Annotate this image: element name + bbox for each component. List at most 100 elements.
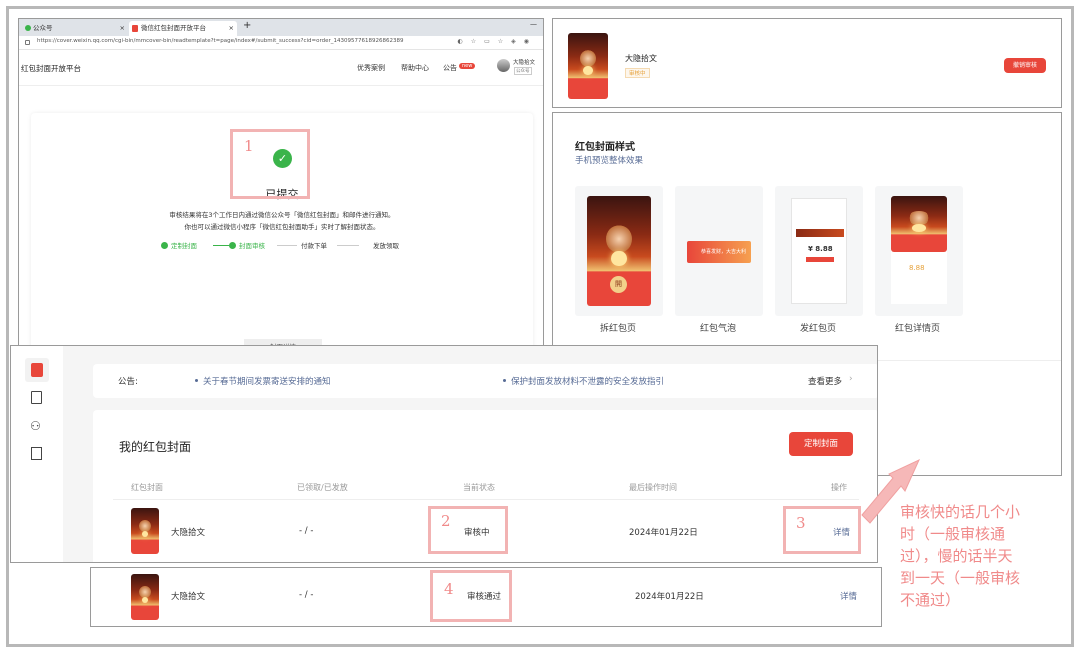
annotation-line: 过），慢的话半天	[900, 547, 1013, 565]
review-badge: 审核中	[625, 68, 650, 78]
col-time: 最后操作时间	[629, 483, 677, 492]
marker-2: 2	[441, 512, 451, 530]
highlight-box-1	[230, 129, 310, 199]
progress-steps: 定制封面 封面审核 付款下单 发放领取	[161, 240, 421, 252]
row-count: - / -	[299, 590, 314, 600]
review-cover-name: 大隐拾文	[625, 54, 657, 63]
cover-thumbnail	[568, 33, 608, 99]
clipboard-icon[interactable]	[31, 391, 42, 404]
minimize-icon[interactable]: —	[530, 20, 537, 28]
nav-cases[interactable]: 优秀案例	[357, 63, 385, 73]
step-review: 封面审核	[239, 242, 265, 250]
highlight-box-3	[783, 506, 861, 554]
row-time: 2024年01月22日	[635, 592, 704, 602]
browser-tab-1[interactable]: 公众号 ×	[23, 21, 125, 36]
annotation-line: 不通过）	[900, 591, 961, 609]
nav-notice[interactable]: 公告	[443, 63, 457, 73]
marker-3: 3	[796, 514, 806, 532]
cancel-review-button[interactable]: 撤销审核	[1004, 58, 1046, 73]
send-amount: ¥ 8.88	[808, 245, 833, 253]
step-check-icon	[161, 242, 168, 249]
section-title: 我的红包封面	[119, 440, 192, 454]
redpacket-icon	[31, 363, 43, 377]
preview-open-page[interactable]: 開	[575, 186, 663, 316]
step-line	[337, 245, 359, 246]
browser-tab-2-label: 微信红包封面开放平台	[141, 24, 206, 32]
styles-subtitle: 手机预览整体效果	[575, 156, 644, 166]
row-count: - / -	[299, 526, 314, 536]
send-banner	[796, 229, 844, 237]
col-cover: 红包封面	[131, 483, 163, 492]
platform-title: 红包封面开放平台	[21, 64, 81, 73]
submit-desc-2: 你也可以通过微信小程序「微信红包封面助手」实时了解封面状态。	[184, 223, 380, 231]
preview-send-page[interactable]: ¥ 8.88	[775, 186, 863, 316]
step-line	[277, 245, 297, 246]
lock-icon	[25, 40, 30, 45]
row-cover-name: 大隐拾文	[171, 528, 206, 538]
style-label-open: 拆红包页	[600, 324, 637, 334]
nav-new-badge: new	[459, 63, 476, 69]
step-custom: 定制封面	[171, 242, 197, 250]
step-check-icon	[229, 242, 236, 249]
detail-page-image	[891, 196, 947, 252]
browser-tab-1-label: 公众号	[33, 24, 53, 32]
account-name[interactable]: 大隐拾文	[513, 58, 535, 66]
marker-4: 4	[444, 580, 454, 598]
col-action: 操作	[831, 483, 847, 492]
style-label-send: 发红包页	[800, 324, 837, 334]
preview-detail-page[interactable]: 8.88	[875, 186, 963, 316]
close-icon[interactable]: ×	[120, 21, 125, 36]
new-tab-button[interactable]: +	[243, 20, 251, 31]
style-label-detail: 红包详情页	[895, 324, 941, 334]
step-line	[213, 245, 229, 246]
col-count: 已领取/已发放	[297, 483, 348, 492]
wechat-icon	[25, 25, 31, 31]
url-field[interactable]: https://cover.weixin.qq.com/cgi-bin/mmco…	[37, 38, 404, 44]
review-status-card: 大隐拾文 审核中 撤销审核	[552, 18, 1062, 108]
notice-link-2[interactable]: 保护封面发放材料不泄露的安全发放指引	[511, 375, 664, 387]
cover-thumbnail	[131, 508, 159, 554]
notice-bar: 公告: 关于春节期间发票寄送安排的通知 保护封面发放材料不泄露的安全发放指引 查…	[93, 364, 877, 398]
custom-cover-button[interactable]: 定制封面	[789, 432, 853, 456]
detail-amount: 8.88	[909, 264, 925, 272]
submit-desc-1: 审核结果将在3个工作日内通过微信公众号「微信红包封面」和邮件进行通知。	[169, 211, 395, 219]
close-icon[interactable]: ×	[229, 21, 234, 36]
toolbar-icons: ◐☆▭☆◈◉	[457, 38, 537, 45]
open-button: 開	[610, 276, 627, 293]
send-page-screen: ¥ 8.88	[791, 198, 847, 304]
bubble-text: 恭喜发财，大吉大利	[701, 249, 747, 255]
account-type: 公众号	[514, 67, 532, 75]
address-bar: https://cover.weixin.qq.com/cgi-bin/mmco…	[19, 36, 543, 50]
annotation-line: 审核快的话几个小	[900, 503, 1021, 521]
cover-thumbnail	[131, 574, 159, 620]
step-issue: 发放领取	[373, 242, 399, 250]
platform-header: 红包封面开放平台 优秀案例 帮助中心 公告 new 大隐拾文 公众号	[19, 50, 543, 86]
notice-label: 公告:	[118, 377, 138, 387]
send-button	[806, 257, 834, 262]
sidebar-logo-icon[interactable]	[25, 358, 49, 382]
browser-tab-bar: 公众号 × 微信红包封面开放平台 × + —	[19, 19, 543, 36]
avatar[interactable]	[497, 59, 510, 72]
notice-dot	[195, 379, 198, 382]
sidebar: ⚇	[11, 346, 63, 562]
document-icon[interactable]	[31, 447, 42, 460]
highlight-box-4	[430, 570, 512, 622]
marker-1: 1	[244, 137, 254, 155]
detail-page-screen: 8.88	[891, 196, 947, 304]
open-page-image: 開	[587, 196, 651, 306]
see-more-link[interactable]: 查看更多	[808, 375, 842, 387]
user-icon[interactable]: ⚇	[30, 419, 41, 433]
chevron-right-icon[interactable]: ›	[849, 374, 853, 384]
col-status: 当前状态	[463, 483, 495, 492]
preview-bubble[interactable]: 恭喜发财，大吉大利	[675, 186, 763, 316]
row-detail-link[interactable]: 详情	[840, 590, 857, 602]
annotation-line: 时（一般审核通	[900, 525, 1006, 543]
notice-link-1[interactable]: 关于春节期间发票寄送安排的通知	[203, 375, 331, 387]
browser-tab-2[interactable]: 微信红包封面开放平台 ×	[129, 21, 237, 36]
row-cover-name: 大隐拾文	[171, 592, 206, 602]
nav-help[interactable]: 帮助中心	[401, 63, 429, 73]
annotation-line: 到一天（一般审核	[900, 569, 1021, 587]
annotation-text: 审核快的话几个小 时（一般审核通 过），慢的话半天 到一天（一般审核 不通过）	[900, 501, 1060, 611]
redpacket-favicon	[132, 25, 138, 32]
style-label-bubble: 红包气泡	[700, 324, 737, 334]
